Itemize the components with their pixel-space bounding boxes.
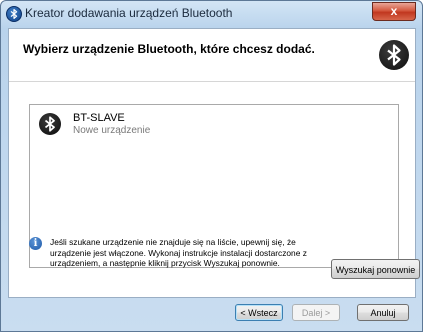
- close-icon: x: [390, 4, 398, 18]
- close-button[interactable]: x: [372, 2, 416, 21]
- page-title: Wybierz urządzenie Bluetooth, które chce…: [23, 42, 315, 56]
- window-title: Kreator dodawania urządzeń Bluetooth: [25, 6, 233, 20]
- list-item[interactable]: BT-SLAVE Nowe urządzenie: [31, 106, 397, 142]
- next-button[interactable]: Dalej >: [292, 304, 340, 321]
- bluetooth-icon: [39, 113, 61, 135]
- wizard-content: Wybierz urządzenie Bluetooth, które chce…: [8, 28, 420, 298]
- bluetooth-icon: [379, 40, 409, 70]
- cancel-button[interactable]: Anuluj: [357, 304, 409, 321]
- title-bar[interactable]: Kreator dodawania urządzeń Bluetooth x: [1, 1, 422, 25]
- wizard-window: Kreator dodawania urządzeń Bluetooth x W…: [0, 0, 423, 332]
- search-again-button[interactable]: Wyszukaj ponownie: [331, 259, 420, 279]
- info-icon: i: [29, 237, 42, 250]
- info-text: Jeśli szukane urządzenie nie znajduje si…: [50, 237, 307, 268]
- device-name: BT-SLAVE: [73, 112, 125, 124]
- device-status: Nowe urządzenie: [73, 125, 151, 136]
- bluetooth-icon: [6, 6, 22, 22]
- back-button[interactable]: < Wstecz: [235, 304, 283, 321]
- header-divider: [9, 81, 415, 82]
